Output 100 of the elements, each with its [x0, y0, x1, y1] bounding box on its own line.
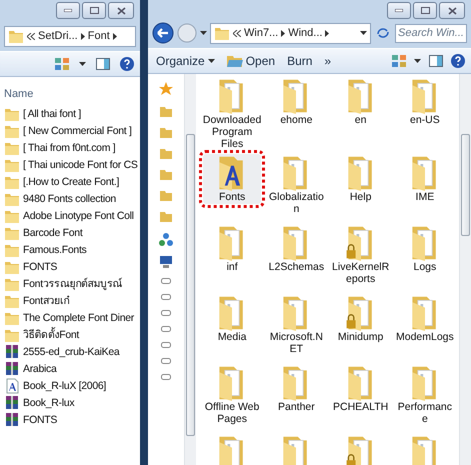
file-name[interactable]: FONTS	[23, 414, 58, 426]
breadcrumb[interactable]: SetDri...	[38, 30, 78, 42]
file-name[interactable]: Book_R-luX [2006]	[23, 380, 106, 392]
minimize-button[interactable]	[56, 2, 80, 19]
folder-item[interactable]: ModemLogs	[396, 294, 454, 344]
scrollbar[interactable]	[459, 74, 471, 465]
folder-item[interactable]: Fonts	[203, 154, 262, 204]
folder-item[interactable]: Globalization	[267, 154, 326, 216]
breadcrumb[interactable]: Wind...	[288, 27, 322, 39]
double-chevron-icon	[27, 32, 35, 40]
folder-item[interactable]: en	[332, 77, 390, 127]
folder-item[interactable]: Performance	[396, 364, 454, 426]
folder-name: Fonts	[218, 191, 246, 203]
file-name[interactable]: [ All thai font ]	[23, 108, 81, 120]
address-bar[interactable]: Win7... Wind...	[210, 22, 371, 44]
folder-item[interactable]: Logs	[396, 224, 454, 274]
chevron-icon	[281, 30, 286, 36]
caret-icon	[208, 59, 215, 63]
folder-name: Minidump	[336, 331, 384, 343]
file-name[interactable]: [ Thai unicode Font for CS	[23, 158, 138, 170]
folder-name: en	[354, 114, 368, 126]
archive-icon	[4, 394, 20, 410]
toolbar-button[interactable]: Burn	[285, 54, 314, 68]
forward-icon	[177, 23, 197, 43]
toolbar-button[interactable]: »	[322, 54, 334, 68]
folder-item[interactable]: LiveKernelReports	[332, 224, 390, 286]
folder-name: inf	[226, 261, 239, 273]
preview-pane-icon	[96, 58, 110, 70]
folder-item[interactable]: Minidump	[332, 294, 390, 344]
close-icon	[448, 6, 456, 14]
folder-item[interactable]: Downloaded Program Files	[203, 77, 262, 151]
file-name[interactable]: [ New Commercial Font ]	[23, 124, 132, 136]
folder-name: en-US	[408, 114, 441, 126]
file-name[interactable]: The Complete Font Diner	[23, 312, 134, 324]
minimize-button[interactable]	[387, 2, 411, 19]
folder-item[interactable]: ehome	[267, 77, 326, 127]
search-field[interactable]: Search Win...	[395, 24, 467, 42]
file-name[interactable]: 2555-ed_crub-KaiKea	[23, 346, 120, 358]
archive-icon	[4, 412, 20, 428]
chevron-icon	[80, 32, 85, 40]
archive-icon	[4, 360, 20, 376]
file-name[interactable]: Book_R-lux	[23, 396, 74, 408]
network-icon	[159, 232, 173, 246]
file-name[interactable]: Famous.Fonts	[23, 244, 87, 256]
maximize-icon	[90, 7, 98, 14]
caret-icon	[79, 62, 86, 66]
file-name[interactable]: [.How to Create Font.]	[23, 176, 120, 188]
close-button[interactable]	[439, 2, 465, 19]
folder-item[interactable]: en-US	[396, 77, 454, 127]
maximize-button[interactable]	[413, 2, 437, 19]
folder-item[interactable]: Media	[203, 294, 262, 344]
view-icon	[392, 55, 406, 67]
folder-icon	[214, 25, 230, 41]
file-name[interactable]: วิธีติดตั้งFont	[23, 326, 80, 343]
folder-name: Logs	[412, 261, 438, 273]
file-name[interactable]: Arabica	[23, 362, 57, 374]
folder-name: Media	[216, 331, 248, 343]
view-icon	[55, 58, 69, 70]
folder-item[interactable]: Panther	[267, 364, 326, 414]
folder-item[interactable]: Microsoft.NET	[267, 294, 326, 356]
breadcrumb[interactable]: Win7...	[244, 27, 278, 39]
maximize-button[interactable]	[82, 2, 106, 19]
folder-name: Downloaded Program Files	[202, 114, 262, 150]
folder-item[interactable]: inf	[203, 224, 262, 274]
file-name[interactable]: Adobe Linotype Font Coll	[23, 210, 134, 222]
file-name[interactable]: [ Thai from f0nt.com ]	[23, 142, 116, 154]
toolbar-button[interactable]: Open	[224, 54, 278, 68]
caret-icon	[200, 31, 207, 35]
file-name[interactable]: FONTS	[23, 260, 58, 272]
close-button[interactable]	[108, 2, 134, 19]
folder-item[interactable]: PCHEALTH	[332, 364, 390, 414]
folder-name: ModemLogs	[394, 331, 455, 343]
folder-item[interactable]: L2Schemas	[267, 224, 326, 274]
caret-icon	[360, 31, 367, 35]
file-name[interactable]: Fontวรรณยุกต์สมบูรณ์	[23, 275, 122, 292]
back-icon	[152, 22, 174, 44]
preview-pane-icon	[429, 55, 443, 67]
font-file-icon	[4, 378, 20, 394]
maximize-icon	[420, 7, 430, 14]
folder-name: ehome	[279, 114, 314, 126]
folder-icon	[160, 106, 172, 117]
folder-item[interactable]: IME	[396, 154, 454, 204]
file-name[interactable]: Barcode Font	[23, 226, 82, 238]
address-bar[interactable]: SetDri... Font	[4, 26, 136, 46]
file-name[interactable]: Fontสวยเก๋	[23, 292, 70, 309]
archive-icon	[4, 344, 20, 360]
folder-name: Performance	[396, 401, 454, 425]
folder-icon	[160, 190, 172, 201]
column-header[interactable]: Name	[4, 83, 140, 105]
caret-icon	[414, 59, 421, 63]
close-icon	[116, 6, 126, 14]
folder-name: PCHEALTH	[332, 401, 390, 413]
folder-name: Help	[348, 191, 372, 203]
folder-icon	[8, 28, 24, 44]
folder-item[interactable]: Offline Web Pages	[203, 364, 262, 426]
folder-item[interactable]: Help	[332, 154, 390, 204]
breadcrumb[interactable]: Font	[88, 30, 110, 42]
toolbar-button[interactable]: Organize	[154, 54, 217, 68]
scrollbar[interactable]	[184, 74, 196, 465]
file-name[interactable]: 9480 Fonts collection	[23, 192, 116, 204]
